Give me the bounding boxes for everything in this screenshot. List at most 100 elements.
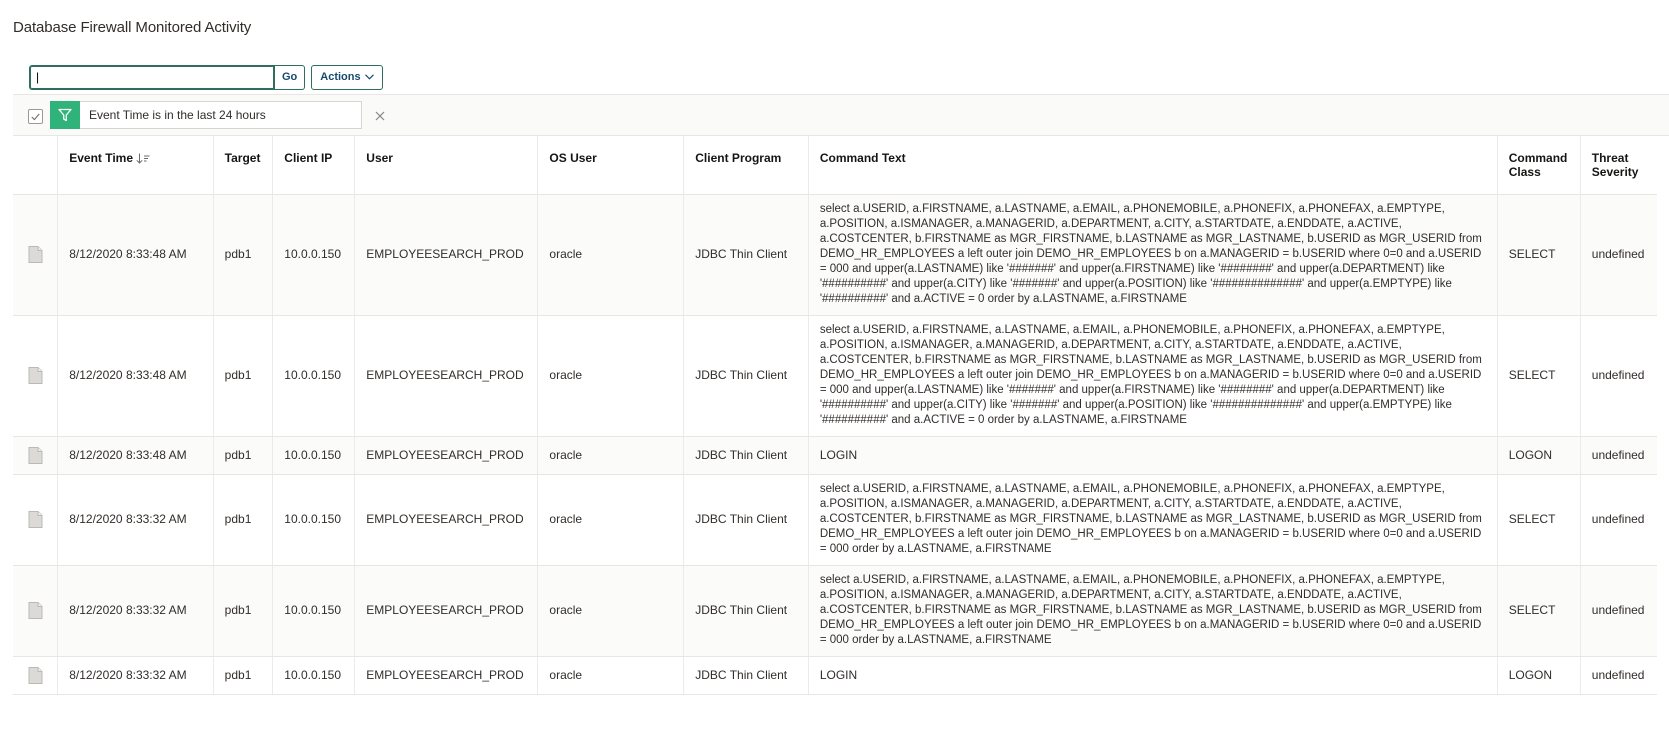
filter-chip[interactable]: Event Time is in the last 24 hours bbox=[50, 100, 362, 129]
cell-command-text: select a.USERID, a.FIRSTNAME, a.LASTNAME… bbox=[807, 565, 1498, 657]
cell-command-text: select a.USERID, a.FIRSTNAME, a.LASTNAME… bbox=[807, 474, 1498, 566]
column-header-label: Class bbox=[1508, 165, 1541, 179]
cell-os-user: oracle bbox=[537, 565, 684, 657]
cell-user: EMPLOYEESEARCH_PROD bbox=[354, 656, 538, 695]
cell-detail bbox=[13, 565, 58, 657]
cell-command-class: SELECT bbox=[1496, 194, 1581, 316]
cell-detail bbox=[13, 474, 58, 566]
cell-user: EMPLOYEESEARCH_PROD bbox=[354, 436, 538, 475]
filter-bar: Event Time is in the last 24 hours bbox=[13, 94, 1669, 136]
column-header-command-class[interactable]: Command Class bbox=[1496, 136, 1581, 195]
cell-detail bbox=[13, 436, 58, 475]
cell-user: EMPLOYEESEARCH_PROD bbox=[354, 565, 538, 657]
cell-threat-severity: undefined bbox=[1579, 436, 1657, 475]
document-icon[interactable] bbox=[28, 666, 43, 684]
cell-event-time: 8/12/2020 8:33:48 AM bbox=[57, 194, 214, 316]
cell-threat-severity: undefined bbox=[1579, 656, 1657, 695]
column-header-target[interactable]: Target bbox=[212, 136, 273, 195]
cell-target: pdb1 bbox=[212, 656, 273, 695]
cell-target: pdb1 bbox=[212, 474, 273, 566]
cell-command-class: SELECT bbox=[1496, 474, 1581, 566]
table-header-row: Event Time Target Client IP User OS User… bbox=[13, 136, 1657, 195]
cell-target: pdb1 bbox=[212, 436, 273, 475]
filter-text: Event Time is in the last 24 hours bbox=[89, 108, 266, 122]
cell-client-program: JDBC Thin Client bbox=[683, 565, 809, 657]
filter-enabled-checkbox[interactable] bbox=[28, 109, 43, 124]
cell-detail bbox=[13, 194, 58, 316]
cell-client-ip: 10.0.0.150 bbox=[272, 194, 355, 316]
cell-target: pdb1 bbox=[212, 194, 273, 316]
table-row: 8/12/2020 8:33:48 AM pdb1 10.0.0.150 EMPLOY… bbox=[13, 436, 1657, 475]
cell-user: EMPLOYEESEARCH_PROD bbox=[354, 194, 538, 316]
cell-detail bbox=[13, 656, 58, 695]
activity-report-table: Event Time Target Client IP User OS User… bbox=[13, 136, 1657, 695]
page-title: Database Firewall Monitored Activity bbox=[13, 19, 252, 36]
cell-event-time: 8/12/2020 8:33:32 AM bbox=[57, 565, 214, 657]
table-body: 8/12/2020 8:33:48 AM pdb1 10.0.0.150 EMPLOY… bbox=[13, 194, 1657, 695]
close-icon bbox=[375, 111, 385, 121]
table-row: 8/12/2020 8:33:32 AM pdb1 10.0.0.150 EMPLOY… bbox=[13, 656, 1657, 695]
column-header-label: Command bbox=[1508, 151, 1568, 165]
document-icon[interactable] bbox=[28, 511, 43, 528]
column-header-threat-severity[interactable]: Threat Severity bbox=[1579, 136, 1657, 195]
cell-event-time: 8/12/2020 8:33:32 AM bbox=[57, 474, 214, 566]
cell-command-text: LOGIN bbox=[807, 436, 1498, 475]
column-header-label: Event Time bbox=[69, 151, 134, 165]
column-header-detail bbox=[13, 136, 58, 195]
column-header-label: Threat bbox=[1591, 151, 1629, 165]
remove-filter-button[interactable] bbox=[375, 108, 387, 121]
cell-threat-severity: undefined bbox=[1579, 474, 1657, 566]
cell-command-text: select a.USERID, a.FIRSTNAME, a.LASTNAME… bbox=[807, 315, 1498, 437]
cell-client-program: JDBC Thin Client bbox=[683, 194, 809, 316]
document-icon[interactable] bbox=[28, 602, 43, 619]
column-header-client-ip[interactable]: Client IP bbox=[272, 136, 355, 195]
document-icon[interactable] bbox=[28, 246, 43, 263]
cell-user: EMPLOYEESEARCH_PROD bbox=[354, 474, 538, 566]
actions-label: Actions bbox=[320, 71, 361, 83]
document-icon[interactable] bbox=[28, 446, 43, 464]
column-header-label: Severity bbox=[1591, 165, 1639, 179]
column-header-event-time[interactable]: Event Time bbox=[57, 136, 214, 195]
cell-event-time: 8/12/2020 8:33:48 AM bbox=[57, 436, 214, 475]
cell-os-user: oracle bbox=[537, 315, 684, 437]
search-input[interactable] bbox=[29, 64, 275, 90]
cell-target: pdb1 bbox=[212, 315, 273, 437]
cell-detail bbox=[13, 315, 58, 437]
column-header-user[interactable]: User bbox=[354, 136, 538, 195]
chevron-down-icon bbox=[364, 74, 374, 80]
cell-threat-severity: undefined bbox=[1579, 315, 1657, 437]
cell-os-user: oracle bbox=[537, 474, 684, 566]
cell-os-user: oracle bbox=[537, 656, 684, 695]
cell-command-text: select a.USERID, a.FIRSTNAME, a.LASTNAME… bbox=[807, 194, 1498, 316]
cell-os-user: oracle bbox=[537, 436, 684, 475]
cell-command-class: LOGON bbox=[1496, 656, 1581, 695]
actions-button[interactable]: Actions bbox=[311, 64, 383, 90]
cell-client-ip: 10.0.0.150 bbox=[272, 436, 355, 475]
table-row: 8/12/2020 8:33:32 AM pdb1 10.0.0.150 EMPLOY… bbox=[13, 565, 1657, 657]
cell-command-text: LOGIN bbox=[807, 656, 1498, 695]
cell-threat-severity: undefined bbox=[1579, 565, 1657, 657]
column-header-command-text[interactable]: Command Text bbox=[807, 136, 1498, 195]
cell-command-class: LOGON bbox=[1496, 436, 1581, 475]
cell-client-ip: 10.0.0.150 bbox=[272, 474, 355, 566]
table-row: 8/12/2020 8:33:48 AM pdb1 10.0.0.150 EMPLOY… bbox=[13, 194, 1657, 316]
cell-event-time: 8/12/2020 8:33:48 AM bbox=[57, 315, 214, 437]
column-header-client-program[interactable]: Client Program bbox=[683, 136, 809, 195]
cell-command-class: SELECT bbox=[1496, 565, 1581, 657]
cell-client-program: JDBC Thin Client bbox=[683, 436, 809, 475]
filter-icon-box bbox=[50, 100, 80, 129]
sort-descending-icon bbox=[136, 153, 150, 164]
cell-threat-severity: undefined bbox=[1579, 194, 1657, 316]
cell-client-ip: 10.0.0.150 bbox=[272, 656, 355, 695]
document-icon[interactable] bbox=[28, 367, 43, 384]
cell-target: pdb1 bbox=[212, 565, 273, 657]
cell-command-class: SELECT bbox=[1496, 315, 1581, 437]
cell-client-program: JDBC Thin Client bbox=[683, 315, 809, 437]
table-row: 8/12/2020 8:33:32 AM pdb1 10.0.0.150 EMPLOY… bbox=[13, 474, 1657, 566]
check-icon bbox=[31, 113, 40, 120]
funnel-icon bbox=[58, 108, 72, 121]
column-header-os-user[interactable]: OS User bbox=[537, 136, 684, 195]
cell-client-ip: 10.0.0.150 bbox=[272, 315, 355, 437]
cell-user: EMPLOYEESEARCH_PROD bbox=[354, 315, 538, 437]
go-button[interactable]: Go bbox=[275, 64, 306, 90]
